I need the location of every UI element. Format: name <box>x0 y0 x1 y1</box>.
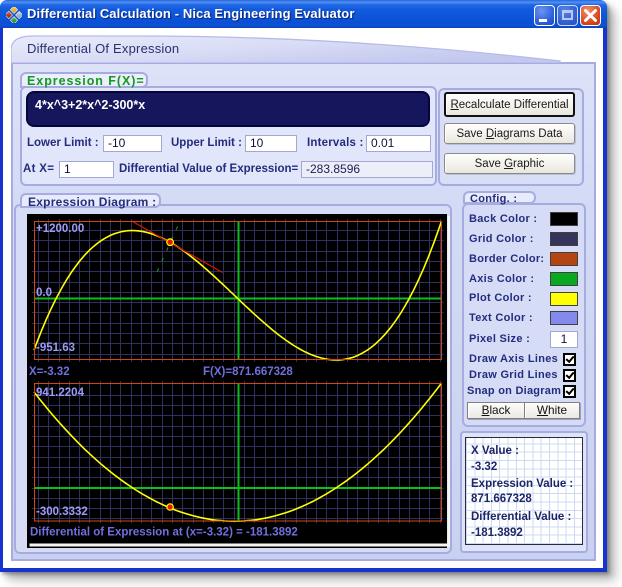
svg-text:X=-3.32: X=-3.32 <box>29 366 70 378</box>
svg-text:941.2204: 941.2204 <box>36 387 85 399</box>
svg-text:F(X)=871.667328: F(X)=871.667328 <box>203 366 293 378</box>
svg-text:Differential of Expression at: Differential of Expression at (x=-3.32) … <box>30 527 298 539</box>
svg-text:0.0: 0.0 <box>36 287 52 299</box>
svg-text:-300.3332: -300.3332 <box>36 506 88 518</box>
svg-text:+1200.00: +1200.00 <box>36 223 84 235</box>
svg-text:-951.63: -951.63 <box>36 342 75 354</box>
